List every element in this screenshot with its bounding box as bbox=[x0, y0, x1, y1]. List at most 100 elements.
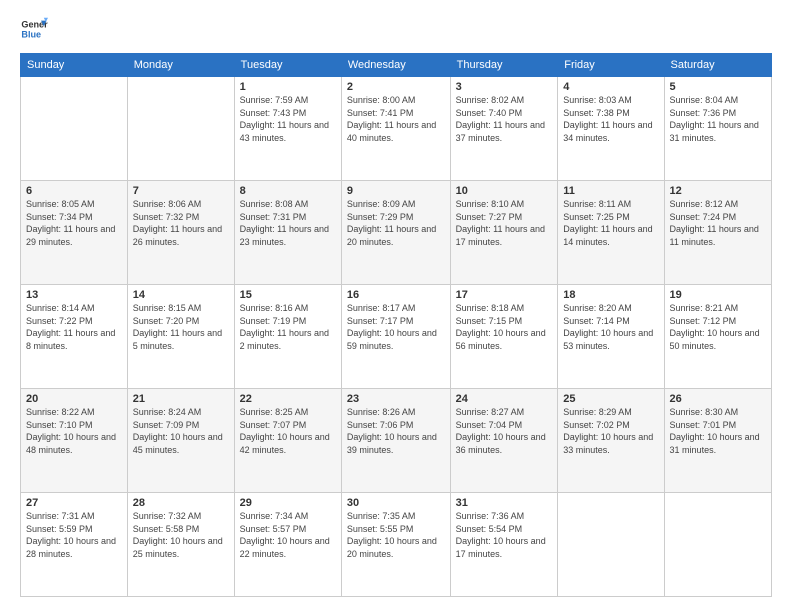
day-info: Sunrise: 8:26 AM Sunset: 7:06 PM Dayligh… bbox=[347, 406, 445, 456]
day-info: Sunrise: 8:09 AM Sunset: 7:29 PM Dayligh… bbox=[347, 198, 445, 248]
day-info: Sunrise: 8:08 AM Sunset: 7:31 PM Dayligh… bbox=[240, 198, 336, 248]
logo-icon: General Blue bbox=[20, 15, 48, 43]
day-info: Sunrise: 8:00 AM Sunset: 7:41 PM Dayligh… bbox=[347, 94, 445, 144]
day-number: 26 bbox=[670, 393, 766, 405]
day-cell: 22Sunrise: 8:25 AM Sunset: 7:07 PM Dayli… bbox=[234, 389, 341, 493]
page: General Blue SundayMondayTuesdayWednesda… bbox=[0, 0, 792, 612]
day-info: Sunrise: 7:34 AM Sunset: 5:57 PM Dayligh… bbox=[240, 510, 336, 560]
day-info: Sunrise: 8:21 AM Sunset: 7:12 PM Dayligh… bbox=[670, 302, 766, 352]
day-info: Sunrise: 7:32 AM Sunset: 5:58 PM Dayligh… bbox=[133, 510, 229, 560]
day-info: Sunrise: 8:16 AM Sunset: 7:19 PM Dayligh… bbox=[240, 302, 336, 352]
day-cell: 5Sunrise: 8:04 AM Sunset: 7:36 PM Daylig… bbox=[664, 77, 771, 181]
day-number: 5 bbox=[670, 81, 766, 93]
day-number: 19 bbox=[670, 289, 766, 301]
day-cell: 23Sunrise: 8:26 AM Sunset: 7:06 PM Dayli… bbox=[341, 389, 450, 493]
header-cell-thursday: Thursday bbox=[450, 54, 558, 77]
day-cell: 11Sunrise: 8:11 AM Sunset: 7:25 PM Dayli… bbox=[558, 181, 664, 285]
day-cell: 19Sunrise: 8:21 AM Sunset: 7:12 PM Dayli… bbox=[664, 285, 771, 389]
day-cell bbox=[127, 77, 234, 181]
day-info: Sunrise: 8:24 AM Sunset: 7:09 PM Dayligh… bbox=[133, 406, 229, 456]
day-cell: 27Sunrise: 7:31 AM Sunset: 5:59 PM Dayli… bbox=[21, 493, 128, 597]
day-number: 1 bbox=[240, 81, 336, 93]
day-number: 30 bbox=[347, 497, 445, 509]
day-number: 4 bbox=[563, 81, 658, 93]
day-number: 13 bbox=[26, 289, 122, 301]
header-row: SundayMondayTuesdayWednesdayThursdayFrid… bbox=[21, 54, 772, 77]
header-cell-sunday: Sunday bbox=[21, 54, 128, 77]
day-number: 20 bbox=[26, 393, 122, 405]
day-cell: 17Sunrise: 8:18 AM Sunset: 7:15 PM Dayli… bbox=[450, 285, 558, 389]
week-row-1: 1Sunrise: 7:59 AM Sunset: 7:43 PM Daylig… bbox=[21, 77, 772, 181]
week-row-3: 13Sunrise: 8:14 AM Sunset: 7:22 PM Dayli… bbox=[21, 285, 772, 389]
day-cell bbox=[558, 493, 664, 597]
day-cell: 31Sunrise: 7:36 AM Sunset: 5:54 PM Dayli… bbox=[450, 493, 558, 597]
day-cell bbox=[664, 493, 771, 597]
calendar-table: SundayMondayTuesdayWednesdayThursdayFrid… bbox=[20, 53, 772, 597]
day-cell: 20Sunrise: 8:22 AM Sunset: 7:10 PM Dayli… bbox=[21, 389, 128, 493]
header-cell-monday: Monday bbox=[127, 54, 234, 77]
day-cell: 10Sunrise: 8:10 AM Sunset: 7:27 PM Dayli… bbox=[450, 181, 558, 285]
day-cell bbox=[21, 77, 128, 181]
day-info: Sunrise: 7:36 AM Sunset: 5:54 PM Dayligh… bbox=[456, 510, 553, 560]
header-cell-wednesday: Wednesday bbox=[341, 54, 450, 77]
day-info: Sunrise: 8:22 AM Sunset: 7:10 PM Dayligh… bbox=[26, 406, 122, 456]
week-row-4: 20Sunrise: 8:22 AM Sunset: 7:10 PM Dayli… bbox=[21, 389, 772, 493]
day-number: 18 bbox=[563, 289, 658, 301]
day-number: 27 bbox=[26, 497, 122, 509]
day-info: Sunrise: 8:20 AM Sunset: 7:14 PM Dayligh… bbox=[563, 302, 658, 352]
day-number: 28 bbox=[133, 497, 229, 509]
day-cell: 16Sunrise: 8:17 AM Sunset: 7:17 PM Dayli… bbox=[341, 285, 450, 389]
day-cell: 29Sunrise: 7:34 AM Sunset: 5:57 PM Dayli… bbox=[234, 493, 341, 597]
day-number: 24 bbox=[456, 393, 553, 405]
day-number: 9 bbox=[347, 185, 445, 197]
day-number: 11 bbox=[563, 185, 658, 197]
logo: General Blue bbox=[20, 15, 48, 43]
header-cell-saturday: Saturday bbox=[664, 54, 771, 77]
day-info: Sunrise: 7:35 AM Sunset: 5:55 PM Dayligh… bbox=[347, 510, 445, 560]
day-cell: 25Sunrise: 8:29 AM Sunset: 7:02 PM Dayli… bbox=[558, 389, 664, 493]
day-info: Sunrise: 8:27 AM Sunset: 7:04 PM Dayligh… bbox=[456, 406, 553, 456]
day-cell: 3Sunrise: 8:02 AM Sunset: 7:40 PM Daylig… bbox=[450, 77, 558, 181]
day-cell: 9Sunrise: 8:09 AM Sunset: 7:29 PM Daylig… bbox=[341, 181, 450, 285]
day-number: 17 bbox=[456, 289, 553, 301]
day-info: Sunrise: 8:11 AM Sunset: 7:25 PM Dayligh… bbox=[563, 198, 658, 248]
day-info: Sunrise: 8:05 AM Sunset: 7:34 PM Dayligh… bbox=[26, 198, 122, 248]
day-info: Sunrise: 8:29 AM Sunset: 7:02 PM Dayligh… bbox=[563, 406, 658, 456]
day-info: Sunrise: 8:10 AM Sunset: 7:27 PM Dayligh… bbox=[456, 198, 553, 248]
day-number: 10 bbox=[456, 185, 553, 197]
day-cell: 1Sunrise: 7:59 AM Sunset: 7:43 PM Daylig… bbox=[234, 77, 341, 181]
day-number: 6 bbox=[26, 185, 122, 197]
day-cell: 12Sunrise: 8:12 AM Sunset: 7:24 PM Dayli… bbox=[664, 181, 771, 285]
day-info: Sunrise: 7:59 AM Sunset: 7:43 PM Dayligh… bbox=[240, 94, 336, 144]
day-cell: 26Sunrise: 8:30 AM Sunset: 7:01 PM Dayli… bbox=[664, 389, 771, 493]
day-number: 29 bbox=[240, 497, 336, 509]
day-number: 16 bbox=[347, 289, 445, 301]
day-info: Sunrise: 8:15 AM Sunset: 7:20 PM Dayligh… bbox=[133, 302, 229, 352]
header-cell-friday: Friday bbox=[558, 54, 664, 77]
day-cell: 18Sunrise: 8:20 AM Sunset: 7:14 PM Dayli… bbox=[558, 285, 664, 389]
week-row-5: 27Sunrise: 7:31 AM Sunset: 5:59 PM Dayli… bbox=[21, 493, 772, 597]
day-number: 7 bbox=[133, 185, 229, 197]
header-cell-tuesday: Tuesday bbox=[234, 54, 341, 77]
week-row-2: 6Sunrise: 8:05 AM Sunset: 7:34 PM Daylig… bbox=[21, 181, 772, 285]
day-info: Sunrise: 8:30 AM Sunset: 7:01 PM Dayligh… bbox=[670, 406, 766, 456]
day-info: Sunrise: 8:12 AM Sunset: 7:24 PM Dayligh… bbox=[670, 198, 766, 248]
day-cell: 28Sunrise: 7:32 AM Sunset: 5:58 PM Dayli… bbox=[127, 493, 234, 597]
day-cell: 7Sunrise: 8:06 AM Sunset: 7:32 PM Daylig… bbox=[127, 181, 234, 285]
day-info: Sunrise: 8:03 AM Sunset: 7:38 PM Dayligh… bbox=[563, 94, 658, 144]
day-number: 22 bbox=[240, 393, 336, 405]
day-number: 14 bbox=[133, 289, 229, 301]
header: General Blue bbox=[20, 15, 772, 43]
day-info: Sunrise: 8:02 AM Sunset: 7:40 PM Dayligh… bbox=[456, 94, 553, 144]
svg-text:Blue: Blue bbox=[21, 29, 41, 39]
day-number: 8 bbox=[240, 185, 336, 197]
day-cell: 8Sunrise: 8:08 AM Sunset: 7:31 PM Daylig… bbox=[234, 181, 341, 285]
day-cell: 15Sunrise: 8:16 AM Sunset: 7:19 PM Dayli… bbox=[234, 285, 341, 389]
day-info: Sunrise: 8:25 AM Sunset: 7:07 PM Dayligh… bbox=[240, 406, 336, 456]
day-cell: 4Sunrise: 8:03 AM Sunset: 7:38 PM Daylig… bbox=[558, 77, 664, 181]
day-number: 12 bbox=[670, 185, 766, 197]
day-number: 31 bbox=[456, 497, 553, 509]
day-cell: 13Sunrise: 8:14 AM Sunset: 7:22 PM Dayli… bbox=[21, 285, 128, 389]
day-cell: 2Sunrise: 8:00 AM Sunset: 7:41 PM Daylig… bbox=[341, 77, 450, 181]
day-number: 25 bbox=[563, 393, 658, 405]
